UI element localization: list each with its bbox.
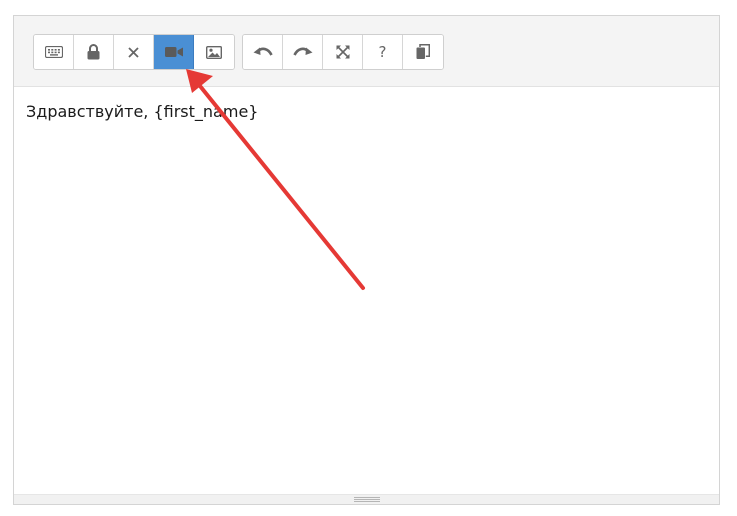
video-icon (164, 46, 183, 58)
fullscreen-button[interactable] (323, 35, 363, 69)
keyboard-icon (44, 46, 63, 58)
editor-content[interactable]: Здравствуйте, {first_name} (26, 102, 707, 121)
grip-icon (353, 497, 380, 502)
toolbar-group-actions: ? (242, 34, 444, 70)
toolbar-group-insert (33, 34, 235, 70)
copy-icon (416, 44, 430, 60)
lock-icon (87, 44, 100, 60)
editor-toolbar: ? (14, 16, 719, 87)
undo-button[interactable] (243, 35, 283, 69)
close-icon (128, 46, 139, 58)
copy-button[interactable] (403, 35, 443, 69)
undo-icon (253, 46, 273, 58)
resize-handle[interactable] (14, 494, 719, 504)
help-icon: ? (378, 43, 387, 61)
keyboard-button[interactable] (34, 35, 74, 69)
image-button[interactable] (194, 35, 234, 69)
help-button[interactable]: ? (363, 35, 403, 69)
redo-icon (292, 46, 313, 58)
video-button[interactable] (154, 35, 194, 69)
redo-button[interactable] (283, 35, 323, 69)
lock-button[interactable] (74, 35, 114, 69)
fullscreen-icon (335, 45, 350, 59)
image-icon (206, 45, 222, 59)
clear-button[interactable] (114, 35, 154, 69)
text-editor: ? Здравствуйте, {first_name} (13, 15, 720, 505)
